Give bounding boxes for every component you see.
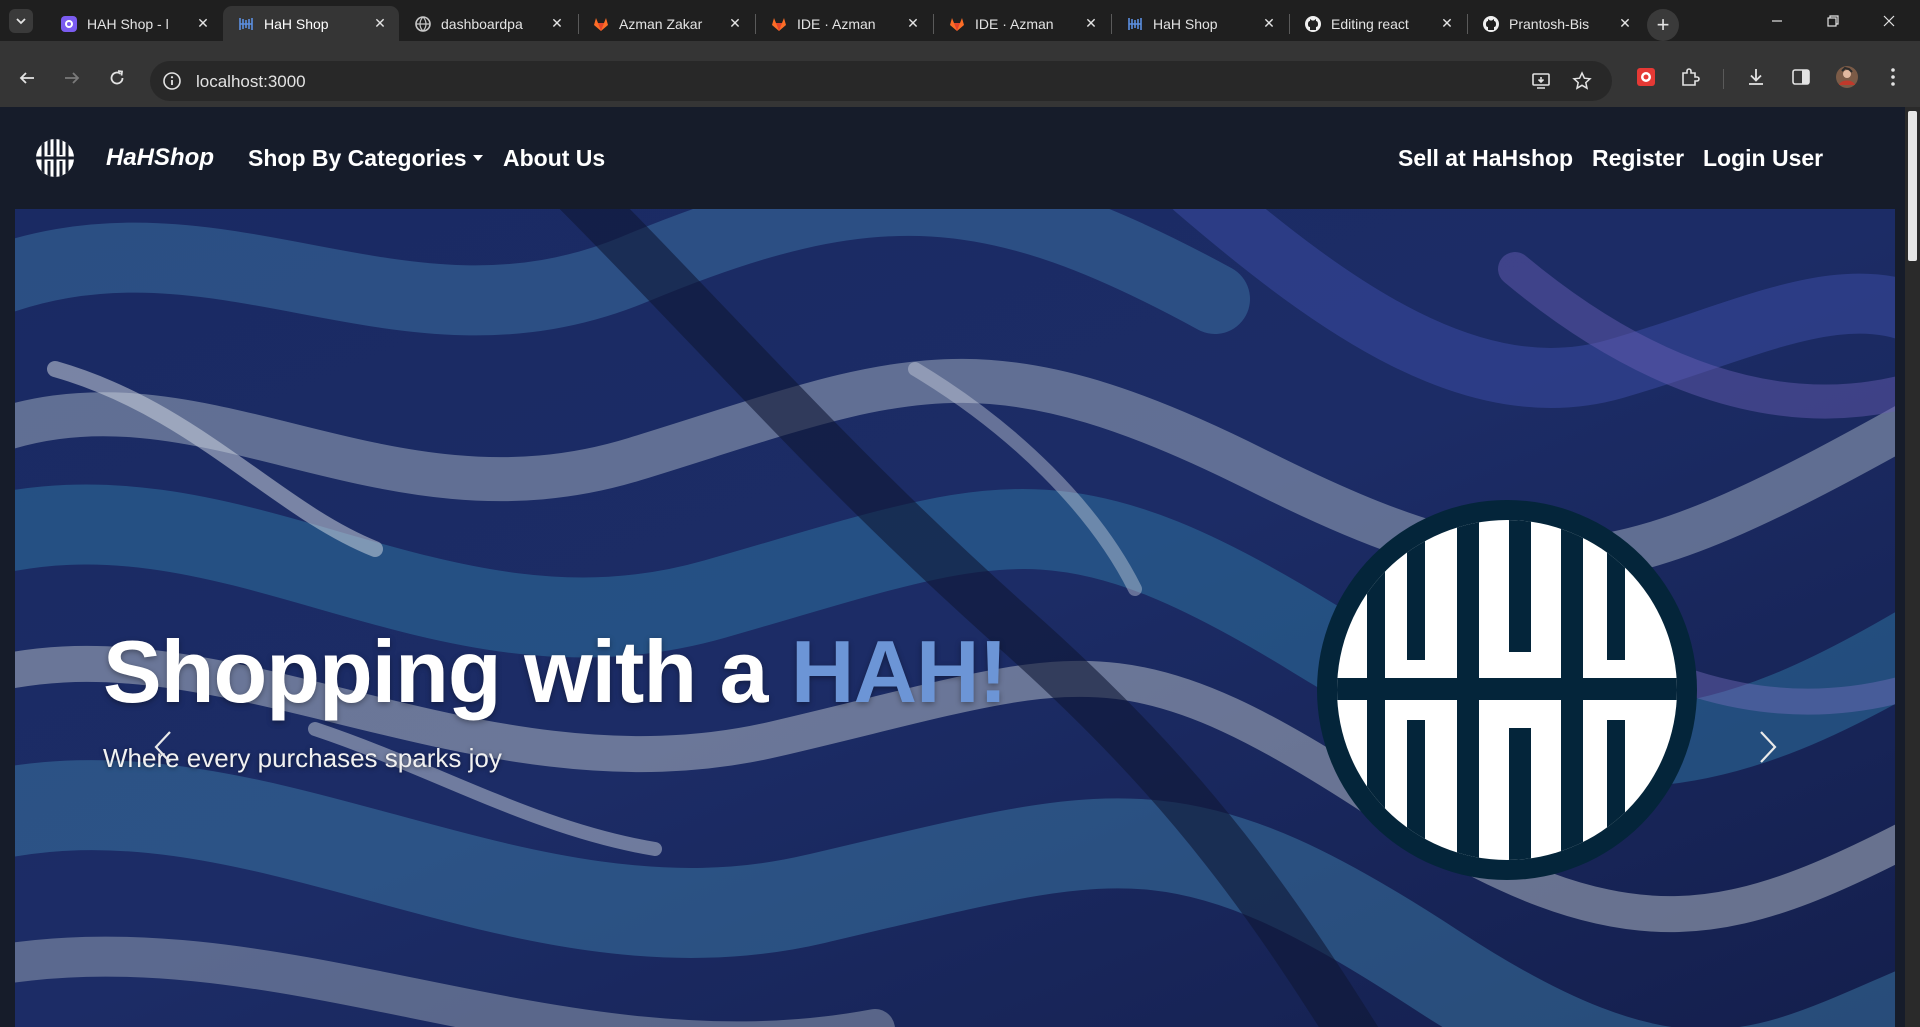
tab-title: Azman Zakar <box>619 15 703 32</box>
back-button[interactable] <box>11 62 43 94</box>
site-navbar: HaHShop Shop By Categories About Us Sell… <box>0 107 1905 209</box>
github-icon <box>1482 15 1500 33</box>
tab-prantosh-bis[interactable]: Prantosh-Bis ✕ <box>1468 6 1644 41</box>
tab-dashboardpa[interactable]: dashboardpa ✕ <box>400 6 576 41</box>
purple-app-icon <box>60 15 78 33</box>
tab-strip: HAH Shop - l ✕ HaH Shop ✕ dashboardpa ✕ … <box>0 0 1920 41</box>
nav-shop-by-categories[interactable]: Shop By Categories <box>248 145 483 172</box>
tab-title: IDE · Azman <box>797 15 876 32</box>
toolbar-divider <box>1723 69 1724 89</box>
chevron-right-icon <box>1760 731 1777 763</box>
carousel-prev-button[interactable] <box>143 717 183 777</box>
tab-ide-azman-1[interactable]: IDE · Azman ✕ <box>756 6 932 41</box>
restore-icon <box>1827 15 1839 27</box>
nav-login-user[interactable]: Login User <box>1703 145 1823 172</box>
gitlab-icon <box>770 15 788 33</box>
hah-shop-icon <box>237 15 255 33</box>
close-icon[interactable]: ✕ <box>194 15 212 33</box>
tab-title: Editing react <box>1331 15 1409 32</box>
chevron-down-icon <box>16 18 26 25</box>
tab-title: Prantosh-Bis <box>1509 15 1590 32</box>
tab-title: HAH Shop - l <box>87 15 169 32</box>
close-icon[interactable]: ✕ <box>1616 15 1634 33</box>
hah-emblem-logo <box>1317 500 1697 880</box>
tab-hah-shop-active[interactable]: HaH Shop ✕ <box>223 6 399 41</box>
close-icon[interactable]: ✕ <box>1082 15 1100 33</box>
reload-button[interactable] <box>101 62 133 94</box>
forward-button[interactable] <box>56 62 88 94</box>
bookmark-star-icon[interactable] <box>1571 70 1593 92</box>
new-tab-button[interactable]: + <box>1647 9 1679 41</box>
extensions-puzzle-icon[interactable] <box>1677 64 1703 90</box>
carousel-next-button[interactable] <box>1748 717 1788 777</box>
tab-hah-shop-l[interactable]: HAH Shop - l ✕ <box>46 6 222 41</box>
install-app-icon[interactable] <box>1530 70 1552 92</box>
close-icon[interactable]: ✕ <box>1260 15 1278 33</box>
restore-button[interactable] <box>1818 10 1848 32</box>
gitlab-icon <box>592 15 610 33</box>
chevron-left-icon <box>154 731 171 763</box>
menu-kebab-icon[interactable] <box>1880 64 1906 90</box>
close-icon[interactable]: ✕ <box>371 15 389 33</box>
info-icon[interactable] <box>162 71 182 91</box>
tab-title: IDE · Azman <box>975 15 1054 32</box>
arrow-left-icon <box>19 72 34 84</box>
extension-red-icon[interactable] <box>1633 64 1659 90</box>
close-icon[interactable]: ✕ <box>726 15 744 33</box>
reload-icon <box>110 70 124 85</box>
hero-title-accent: HAH! <box>790 622 1008 721</box>
hero-title: Shopping with a HAH! <box>103 621 1008 723</box>
tab-title: HaH Shop <box>264 15 329 32</box>
plus-icon: + <box>1656 12 1670 37</box>
close-icon[interactable]: ✕ <box>904 15 922 33</box>
nav-about-us[interactable]: About Us <box>503 145 605 172</box>
scrollbar-thumb[interactable] <box>1908 111 1917 261</box>
url-text[interactable]: localhost:3000 <box>196 72 306 92</box>
tab-azman-zakar[interactable]: Azman Zakar ✕ <box>578 6 754 41</box>
arrow-right-icon <box>65 72 80 84</box>
close-icon[interactable]: ✕ <box>548 15 566 33</box>
page-scrollbar[interactable] <box>1905 107 1920 1027</box>
hero-title-main: Shopping with a <box>103 622 791 721</box>
profile-avatar-icon[interactable] <box>1834 64 1860 90</box>
tab-ide-azman-2[interactable]: IDE · Azman ✕ <box>934 6 1110 41</box>
github-icon <box>1304 15 1322 33</box>
tab-title: dashboardpa <box>441 15 523 32</box>
close-icon[interactable]: ✕ <box>1438 15 1456 33</box>
close-icon <box>1883 15 1895 27</box>
side-panel-icon[interactable] <box>1788 64 1814 90</box>
address-bar[interactable]: localhost:3000 <box>150 61 1612 101</box>
tab-hah-shop-2[interactable]: HaH Shop ✕ <box>1112 6 1288 41</box>
web-page: HaHShop Shop By Categories About Us Sell… <box>0 107 1905 1027</box>
hero-carousel: Shopping with a HAH! Where every purchas… <box>15 209 1895 1027</box>
tab-search-button[interactable] <box>9 9 33 33</box>
nav-sell-at-hahshop[interactable]: Sell at HaHshop <box>1398 145 1573 172</box>
gitlab-icon <box>948 15 966 33</box>
minimize-button[interactable] <box>1762 10 1792 32</box>
globe-icon <box>414 15 432 33</box>
caret-down-icon <box>472 154 483 161</box>
brand-name[interactable]: HaHShop <box>106 144 214 172</box>
close-window-button[interactable] <box>1874 10 1904 32</box>
tab-title: HaH Shop <box>1153 15 1218 32</box>
minimize-icon <box>1772 20 1782 22</box>
download-icon[interactable] <box>1743 64 1769 90</box>
browser-toolbar: localhost:3000 <box>0 41 1920 107</box>
tab-editing-react[interactable]: Editing react ✕ <box>1290 6 1466 41</box>
hah-logo-icon[interactable] <box>34 137 76 179</box>
nav-link-label: Shop By Categories <box>248 145 467 171</box>
nav-register[interactable]: Register <box>1592 145 1684 172</box>
hah-shop-icon <box>1126 15 1144 33</box>
